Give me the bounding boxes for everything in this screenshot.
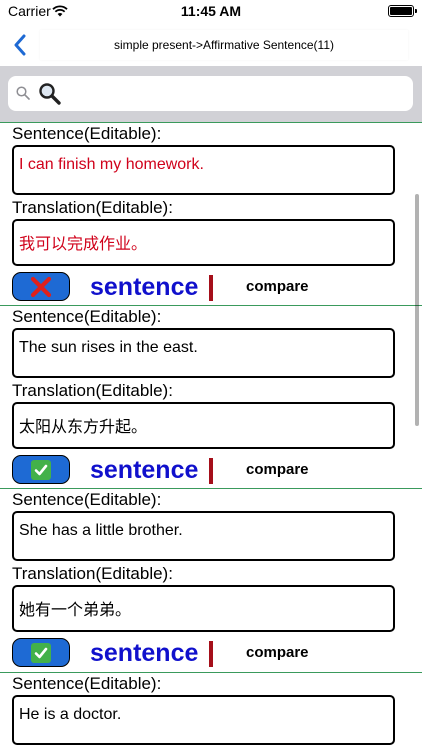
search-input[interactable] — [66, 82, 405, 106]
magnifying-glass-icon — [39, 83, 61, 105]
action-row: sentence compare — [12, 638, 412, 670]
sentence-button[interactable]: sentence — [90, 455, 198, 485]
clock-label: 11:45 AM — [180, 3, 242, 19]
translation-field[interactable]: 她有一个弟弟。 — [12, 585, 395, 632]
check-mark-icon — [31, 459, 51, 480]
battery-icon — [388, 5, 417, 17]
check-status-button[interactable] — [12, 638, 70, 667]
sentence-button[interactable]: sentence — [90, 272, 198, 302]
list-item: Sentence(Editable): The sun rises in the… — [0, 305, 422, 488]
status-bar: Carrier 11:45 AM — [0, 0, 422, 24]
translation-label: Translation(Editable): — [12, 564, 173, 583]
check-mark-icon — [31, 642, 51, 663]
action-row: sentence compare — [12, 272, 412, 304]
translation-label: Translation(Editable): — [12, 198, 173, 217]
action-row: sentence compare — [12, 455, 412, 487]
divider-bar — [209, 458, 213, 484]
check-status-button[interactable] — [12, 455, 70, 484]
sentence-button[interactable]: sentence — [90, 638, 198, 668]
compare-button[interactable]: compare — [246, 644, 309, 661]
search-icon — [16, 86, 30, 100]
divider-bar — [209, 641, 213, 667]
check-status-button[interactable] — [12, 272, 70, 301]
scroll-indicator[interactable] — [415, 194, 419, 426]
sentence-field[interactable]: He is a doctor. — [12, 695, 395, 745]
sentence-field[interactable]: The sun rises in the east. — [12, 328, 395, 378]
translation-field[interactable]: 我可以完成作业。 — [12, 219, 395, 266]
sentence-field[interactable]: I can finish my homework. — [12, 145, 395, 195]
list-item: Sentence(Editable): He is a doctor. — [0, 672, 422, 750]
translation-label: Translation(Editable): — [12, 381, 173, 400]
list-item: Sentence(Editable): She has a little bro… — [0, 488, 422, 672]
navigation-bar: simple present->Affirmative Sentence(11) — [0, 24, 422, 66]
sentence-label: Sentence(Editable): — [12, 490, 162, 509]
sentence-label: Sentence(Editable): — [12, 307, 162, 326]
chevron-left-icon — [14, 34, 26, 56]
divider-bar — [209, 275, 213, 301]
back-button[interactable] — [0, 24, 40, 66]
search-bar — [0, 66, 422, 122]
sentence-field[interactable]: She has a little brother. — [12, 511, 395, 561]
sentence-label: Sentence(Editable): — [12, 124, 162, 143]
page-title: simple present->Affirmative Sentence(11) — [40, 30, 408, 60]
list-item: Sentence(Editable): I can finish my home… — [0, 122, 422, 305]
sentence-list: Sentence(Editable): I can finish my home… — [0, 122, 422, 750]
translation-field[interactable]: 太阳从东方升起。 — [12, 402, 395, 449]
cross-mark-icon — [30, 276, 52, 297]
compare-button[interactable]: compare — [246, 278, 309, 295]
compare-button[interactable]: compare — [246, 461, 309, 478]
search-box[interactable] — [8, 76, 413, 111]
sentence-label: Sentence(Editable): — [12, 674, 162, 693]
